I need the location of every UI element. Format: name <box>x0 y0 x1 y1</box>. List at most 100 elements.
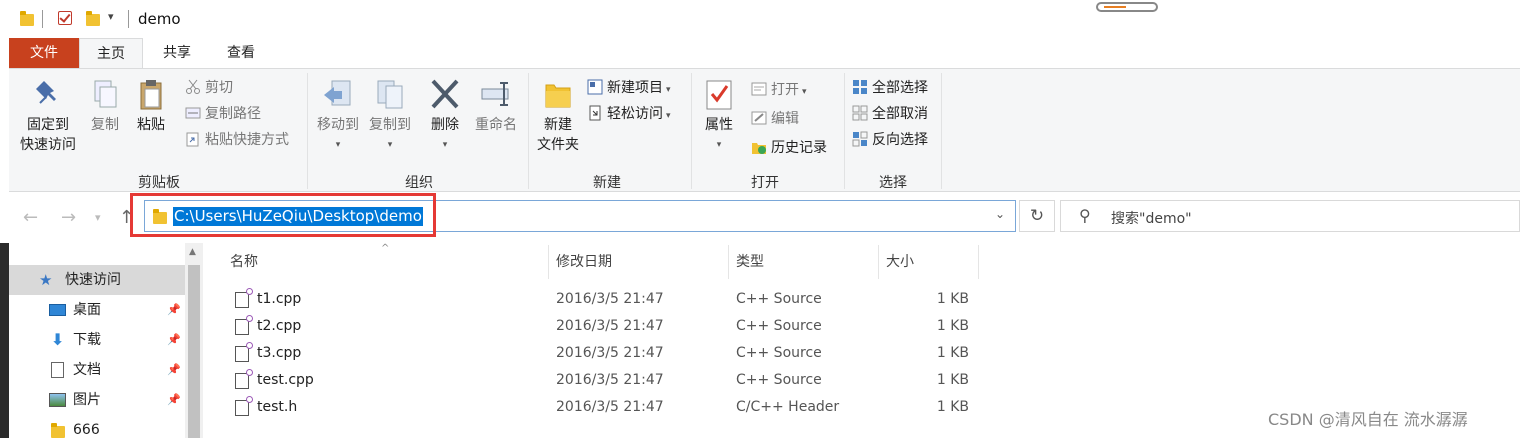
easy-access-label: 轻松访问 <box>607 106 663 122</box>
desktop-edge <box>0 243 9 438</box>
column-divider[interactable] <box>548 245 549 279</box>
tab-home[interactable]: 主页 <box>79 38 143 68</box>
pin-icon[interactable]: 📌 <box>167 325 181 355</box>
file-size: 1 KB <box>936 372 969 388</box>
search-box[interactable]: ⚲ 搜索"demo" <box>1060 200 1520 232</box>
file-date: 2016/3/5 21:47 <box>556 318 664 334</box>
file-type: C++ Source <box>736 318 822 334</box>
column-divider[interactable] <box>878 245 879 279</box>
search-input[interactable]: 搜索"demo" <box>1111 208 1192 228</box>
select-all-icon <box>852 79 868 95</box>
properties-button[interactable]: 属性 ▾ <box>697 77 741 155</box>
edit-button[interactable]: 编辑 <box>751 108 799 130</box>
scroll-up-arrow-icon[interactable]: ▲ <box>189 247 196 257</box>
file-date: 2016/3/5 21:47 <box>556 399 664 415</box>
watermark: CSDN @清风自在 流水潺潺 <box>1268 410 1468 429</box>
paste-label: 粘贴 <box>137 117 165 133</box>
edit-icon <box>751 110 767 126</box>
select-all-button[interactable]: 全部选择 <box>852 77 928 99</box>
new-folder-icon <box>542 77 574 111</box>
rename-icon <box>480 77 512 111</box>
folder-icon <box>20 11 34 26</box>
new-item-button[interactable]: 新建项目 ▾ <box>587 77 671 99</box>
column-header-date[interactable]: 修改日期 <box>556 251 612 281</box>
invert-selection-button[interactable]: 反向选择 <box>852 129 928 151</box>
column-header-size[interactable]: 大小 <box>886 251 914 281</box>
chevron-down-icon: ▾ <box>666 85 671 95</box>
sidebar-item-label: 桌面 <box>73 302 101 318</box>
tab-file[interactable]: 文件 <box>9 38 79 68</box>
edit-label: 编辑 <box>771 111 799 127</box>
chevron-down-icon[interactable]: ⌄ <box>995 207 1005 221</box>
tab-view[interactable]: 查看 <box>211 38 271 68</box>
sidebar-item-documents[interactable]: 文档 📌 <box>9 355 185 385</box>
divider <box>128 10 129 28</box>
pin-quick-access-button[interactable]: 固定到 快速访问 <box>15 77 81 155</box>
sidebar-item-666[interactable]: 666 <box>9 415 185 438</box>
sidebar-item-desktop[interactable]: 桌面 📌 <box>9 295 185 325</box>
navigation-pane: ★ 快速访问 桌面 📌 ⬇ 下载 📌 文档 📌 图片 📌 666 ▲ <box>9 243 203 438</box>
table-row[interactable]: t3.cpp 2016/3/5 21:47 C++ Source 1 KB <box>203 340 1520 367</box>
history-button[interactable]: 历史记录 <box>751 137 827 159</box>
cut-button[interactable]: 剪切 <box>185 77 233 99</box>
copy-to-button[interactable]: 复制到 ▾ <box>365 77 415 155</box>
sidebar-item-pictures[interactable]: 图片 📌 <box>9 385 185 415</box>
properties-quick-icon[interactable] <box>58 11 72 25</box>
cpp-file-icon <box>235 369 253 389</box>
pin-icon[interactable]: 📌 <box>167 295 181 325</box>
file-date: 2016/3/5 21:47 <box>556 372 664 388</box>
rename-button[interactable]: 重命名 <box>471 77 521 135</box>
copy-path-button[interactable]: 复制路径 <box>185 103 261 125</box>
delete-button[interactable]: 删除 ▾ <box>425 77 465 155</box>
table-row[interactable]: test.cpp 2016/3/5 21:47 C++ Source 1 KB <box>203 367 1520 394</box>
copy-to-icon <box>374 77 406 111</box>
group-label-organize: 组织 <box>405 175 433 191</box>
group-label-open: 打开 <box>751 175 779 191</box>
paste-shortcut-icon <box>185 131 201 147</box>
move-to-button[interactable]: 移动到 ▾ <box>313 77 363 155</box>
column-divider[interactable] <box>978 245 979 279</box>
group-divider <box>691 73 692 189</box>
paste-shortcut-button[interactable]: 粘贴快捷方式 <box>185 129 289 151</box>
paste-button[interactable]: 粘贴 <box>131 77 171 135</box>
easy-access-button[interactable]: 轻松访问 ▾ <box>587 103 671 125</box>
column-divider[interactable] <box>728 245 729 279</box>
copy-button[interactable]: 复制 <box>85 77 125 135</box>
tab-share[interactable]: 共享 <box>147 38 207 68</box>
easy-access-icon <box>587 105 603 121</box>
new-folder-button[interactable]: 新建 文件夹 <box>531 77 585 155</box>
paste-shortcut-label: 粘贴快捷方式 <box>205 132 289 148</box>
column-header-name[interactable]: 名称 <box>230 251 258 281</box>
file-size: 1 KB <box>936 345 969 361</box>
download-arrow-icon: ⬇ <box>51 330 65 349</box>
pin-icon[interactable]: 📌 <box>167 385 181 415</box>
pin-icon[interactable]: 📌 <box>167 355 181 385</box>
copy-label: 复制 <box>91 117 119 133</box>
file-size: 1 KB <box>936 318 969 334</box>
table-row[interactable]: t2.cpp 2016/3/5 21:47 C++ Source 1 KB <box>203 313 1520 340</box>
delete-x-icon <box>429 77 461 111</box>
open-label: 打开 <box>771 82 799 98</box>
forward-arrow-icon[interactable]: → <box>61 207 76 228</box>
open-button[interactable]: 打开 ▾ <box>751 79 807 101</box>
sidebar-scrollbar[interactable]: ▲ <box>185 243 203 438</box>
scrollbar-thumb[interactable] <box>188 265 200 438</box>
table-row[interactable]: t1.cpp 2016/3/5 21:47 C++ Source 1 KB <box>203 286 1520 313</box>
invert-selection-icon <box>852 131 868 147</box>
refresh-icon[interactable]: ↻ <box>1019 200 1055 232</box>
sidebar-item-label: 快速访问 <box>65 272 121 288</box>
group-divider <box>844 73 845 189</box>
recent-locations-chevron-icon[interactable]: ▾ <box>95 211 101 224</box>
sidebar-item-downloads[interactable]: ⬇ 下载 📌 <box>9 325 185 355</box>
back-arrow-icon[interactable]: ← <box>23 207 38 228</box>
file-type: C++ Source <box>736 372 822 388</box>
customize-toolbar-chevron-icon[interactable]: ▾ <box>108 10 114 23</box>
sidebar-item-quick-access[interactable]: ★ 快速访问 <box>9 265 185 295</box>
file-date: 2016/3/5 21:47 <box>556 345 664 361</box>
document-icon <box>51 362 64 378</box>
select-none-button[interactable]: 全部取消 <box>852 103 928 125</box>
highlight-box <box>130 193 436 237</box>
open-icon <box>751 81 767 97</box>
column-header-type[interactable]: 类型 <box>736 251 764 281</box>
new-folder-quick-icon[interactable] <box>86 11 100 26</box>
